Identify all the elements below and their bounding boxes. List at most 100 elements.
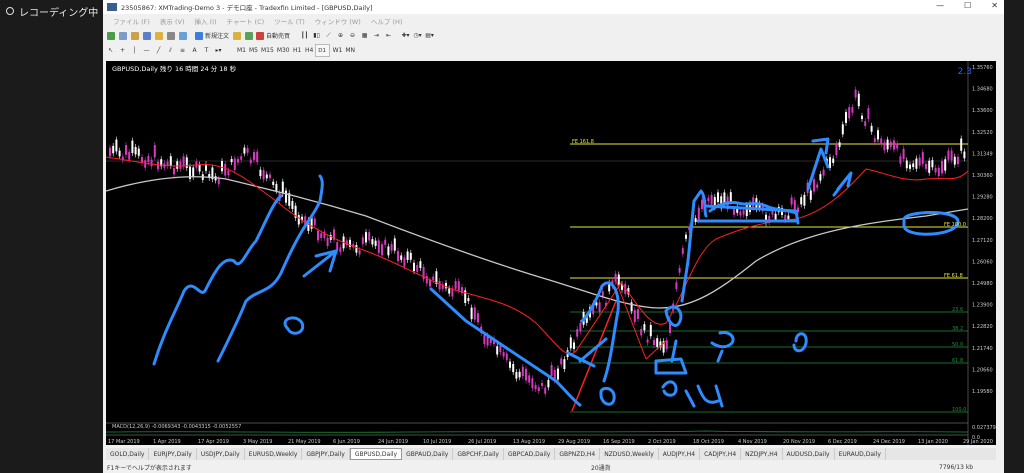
market-watch-icon[interactable] [130,30,139,41]
timeframe-m15[interactable]: M15 [261,45,274,56]
timeframe-h4[interactable]: H4 [305,45,314,56]
timeframe-m30[interactable]: M30 [277,45,290,56]
candle-body [381,244,383,256]
auto-trade-label: 自動売買 [266,33,291,40]
timeframe-mn[interactable]: MN [345,45,355,56]
candle-body [534,384,537,389]
candle-body [550,364,553,376]
candle-body [633,310,636,323]
tab-nzdjpy-h4[interactable]: NZDJPY,H4 [741,448,783,460]
menu-file[interactable]: ファイル (F) [113,16,150,26]
new-chart-icon[interactable] [106,30,115,41]
candle-chart-icon[interactable]: ▮▯ [312,30,321,41]
mt4-window: 23505867: XMTrading-Demo 3 - デモ口座 - Trad… [103,0,1004,473]
options-icon[interactable] [244,30,253,41]
chart-header: GBPUSD,Daily 残り 16 時間 24 分 18 秒 [112,65,237,73]
timeframe-w1[interactable]: W1 [333,45,343,56]
menu-view[interactable]: 表示 (V) [160,16,185,26]
navigator-icon[interactable] [154,30,163,41]
candle-body [387,246,390,256]
crosshair-icon[interactable]: + [118,45,127,56]
status-help: F1キーでヘルプが表示されます [107,464,192,472]
close-icon[interactable]: ✕ [991,1,998,10]
candle-body [893,140,895,150]
date-tick-label: 4 Nov 2019 [738,439,767,445]
text-tool-icon[interactable]: A [190,45,199,56]
date-tick-label: 10 Jul 2019 [423,439,451,445]
autoscroll-icon[interactable]: ⇥ [372,30,381,41]
candle-body [915,158,918,169]
menu-tools[interactable]: ツール (T) [274,16,305,26]
timeframe-d1[interactable]: D1 [314,44,330,57]
tab-eurusd-weekly[interactable]: EURUSD,Weekly [245,448,303,460]
terminal-icon[interactable] [166,30,175,41]
zoom-in-icon[interactable]: ⊕ [336,30,345,41]
tab-eurjpy-daily[interactable]: EURJPY,Daily [149,448,197,460]
minimize-icon[interactable]: — [936,1,944,10]
price-tick-label: 1.27120 [972,238,993,244]
tester-icon[interactable] [178,30,187,41]
period-icon[interactable]: ◷▾ [413,30,422,41]
candle-body [470,307,473,320]
tab-gbpcad-daily[interactable]: GBPCAD,Daily [504,448,556,460]
tab-euraud-daily[interactable]: EURAUD,Daily [835,448,886,460]
tab-nzdusd-weekly[interactable]: NZDUSD,Weekly [600,448,659,460]
candle-body [198,164,201,172]
chart-shift-icon[interactable]: ⇤ [384,30,393,41]
tab-audusd-daily[interactable]: AUDUSD,Daily [783,448,835,460]
candle-body [355,245,358,253]
timeframe-h1[interactable]: H1 [293,45,302,56]
data-window-icon[interactable] [142,30,151,41]
maximize-icon[interactable]: ☐ [964,1,971,10]
timeframe-m1[interactable]: M1 [237,45,246,56]
tab-gbpnzd-h4[interactable]: GBPNZD,H4 [555,448,601,460]
candle-body [701,199,703,210]
zoom-out-icon[interactable]: ⊖ [348,30,357,41]
cursor-icon[interactable]: ↖ [106,45,115,56]
candle-body [822,169,825,176]
candle-body [547,379,550,388]
candle-body [147,155,150,163]
tab-usdjpy-daily[interactable]: USDJPY,Daily [197,448,245,460]
timeframe-m5[interactable]: M5 [249,45,258,56]
tab-audjpy-h4[interactable]: AUDJPY,H4 [659,448,701,460]
trendline-icon[interactable]: ╱ [154,45,163,56]
candle-body [963,151,966,159]
candle-body [413,262,415,272]
indicators-icon[interactable]: ✚▾ [401,30,410,41]
menu-chart[interactable]: チャート (C) [227,16,265,26]
tab-gbpaud-daily[interactable]: GBPAUD,Daily [402,448,454,460]
auto-trade-button[interactable]: 自動売買 [256,30,290,41]
tab-gold-daily[interactable]: GOLD,Daily [106,448,150,460]
vertical-line-icon[interactable]: │ [130,45,139,56]
horizontal-line-icon[interactable]: — [142,45,151,56]
fibonacci-icon[interactable]: ≡ [178,45,187,56]
tab-cadjpy-h4[interactable]: CADJPY,H4 [700,448,742,460]
candle-body [397,250,399,262]
menu-window[interactable]: ウィンドウ (W) [315,16,361,26]
new-order-button[interactable]: 新規注文 [195,30,229,41]
channel-icon[interactable]: ⫽ [166,45,175,56]
tab-gbpjpy-daily[interactable]: GBPJPY,Daily [302,448,350,460]
templates-icon[interactable]: ▤▾ [425,30,434,41]
profiles-icon[interactable] [118,30,127,41]
label-tool-icon[interactable]: T [202,45,211,56]
menu-insert[interactable]: 挿入 (I) [194,16,216,26]
tab-gbpchf-daily[interactable]: GBPCHF,Daily [453,448,504,460]
candle-body [685,234,687,239]
candle-body [384,239,387,245]
candle-body [896,143,899,149]
editor-icon[interactable] [232,30,241,41]
recording-indicator[interactable]: レコーディング中 [0,0,100,22]
candle-body [150,159,153,167]
candle-body [816,184,819,188]
arrow-tool-icon[interactable]: ▸▾ [214,45,223,56]
candle-body [134,146,137,155]
bar-chart-icon[interactable]: ┃┃ [300,30,309,41]
menu-help[interactable]: ヘルプ (H) [371,16,403,26]
chart-area[interactable]: FE 161.8 FE 100.0 FE 61.8 23.6 38.2 50.0… [106,61,996,445]
date-tick-label: 18 Oct 2019 [693,439,724,445]
line-chart-icon[interactable]: ⟋ [324,30,333,41]
tile-windows-icon[interactable]: ▦ [360,30,369,41]
tab-gbpusd-daily[interactable]: GBPUSD,Daily [349,448,403,460]
